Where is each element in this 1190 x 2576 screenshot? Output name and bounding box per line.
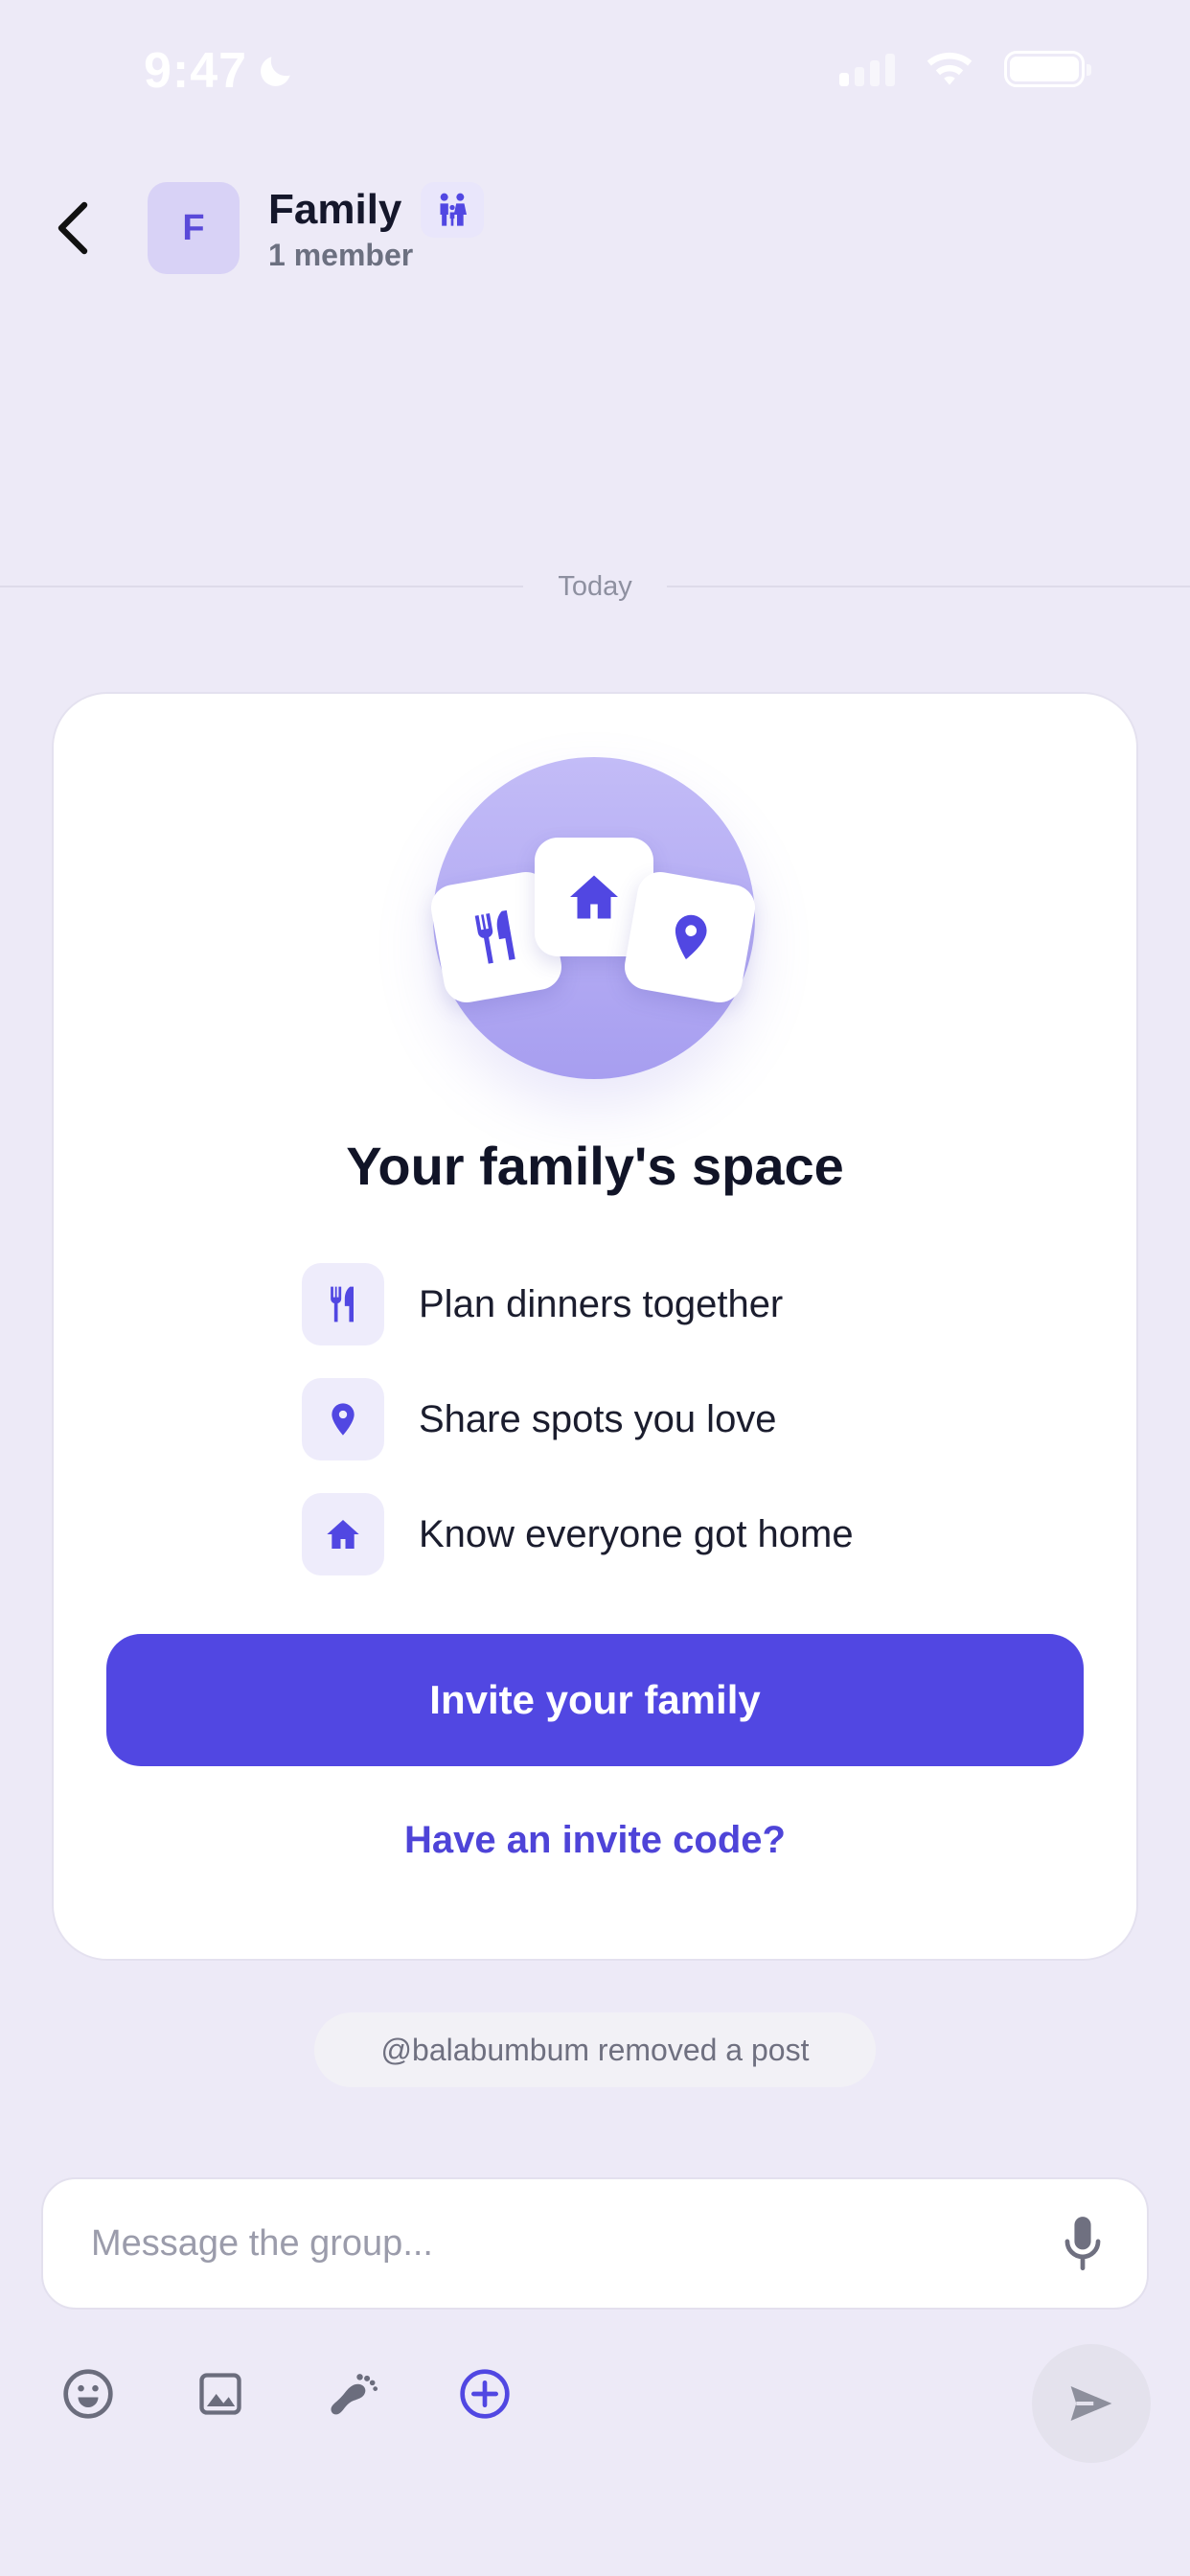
cellular-signal-icon: [839, 52, 895, 86]
feature-item: Know everyone got home: [302, 1493, 854, 1576]
divider-line: [0, 586, 524, 587]
status-time-text: 9:47: [144, 43, 248, 99]
chevron-left-icon: [57, 201, 88, 255]
feature-label: Plan dinners together: [419, 1282, 784, 1325]
date-divider: Today: [0, 567, 1190, 606]
invite-code-link[interactable]: Have an invite code?: [0, 1819, 1190, 1862]
add-circle-icon: [460, 2369, 510, 2419]
send-button[interactable]: [1032, 2344, 1151, 2463]
divider-line: [666, 586, 1190, 587]
emoji-icon: [63, 2369, 113, 2419]
message-input[interactable]: [91, 2222, 1061, 2265]
image-icon: [199, 2373, 241, 2415]
send-icon: [1070, 2386, 1112, 2421]
invite-family-button[interactable]: Invite your family: [106, 1634, 1084, 1766]
feature-list: Plan dinners together Share spots you lo…: [302, 1263, 854, 1576]
system-message: @balabumbum removed a post: [314, 2012, 876, 2087]
moon-icon: [261, 57, 290, 86]
footprints-button[interactable]: [326, 2367, 379, 2421]
footprints-icon: [331, 2374, 378, 2415]
family-icon: [440, 193, 468, 226]
feature-label: Share spots you love: [419, 1397, 777, 1440]
feature-icon-box: [302, 1263, 384, 1346]
hero-illustration: [427, 757, 759, 1079]
wifi-icon: [927, 52, 973, 85]
microphone-icon[interactable]: [1061, 2215, 1105, 2272]
date-divider-label: Today: [558, 570, 632, 602]
member-count: 1 member: [268, 238, 414, 272]
family-badge: [421, 182, 485, 238]
group-avatar[interactable]: F: [148, 182, 240, 274]
group-name: Family: [268, 186, 402, 233]
emoji-button[interactable]: [61, 2367, 115, 2421]
status-indicators: [839, 50, 1091, 88]
back-button[interactable]: [46, 192, 100, 264]
feature-item: Plan dinners together: [302, 1263, 854, 1346]
battery-icon: [1004, 51, 1091, 87]
feature-item: Share spots you love: [302, 1378, 854, 1460]
map-pin-icon: [332, 1403, 355, 1436]
status-time: 9:47: [144, 42, 297, 100]
feature-icon-box: [302, 1378, 384, 1460]
home-icon: [570, 875, 618, 919]
add-button[interactable]: [458, 2367, 512, 2421]
home-icon: [327, 1520, 359, 1549]
feature-icon-box: [302, 1493, 384, 1576]
group-title[interactable]: Family: [268, 182, 485, 238]
map-pin-icon: [675, 914, 707, 959]
composer-toolbar: [61, 2367, 512, 2421]
message-composer: [41, 2177, 1149, 2310]
card-title: Your family's space: [346, 1136, 844, 1196]
fork-knife-icon: [331, 1286, 354, 1322]
feature-label: Know everyone got home: [419, 1512, 854, 1555]
image-button[interactable]: [194, 2367, 247, 2421]
hero-tile-location: [621, 868, 759, 1006]
fork-knife-icon: [474, 909, 515, 964]
